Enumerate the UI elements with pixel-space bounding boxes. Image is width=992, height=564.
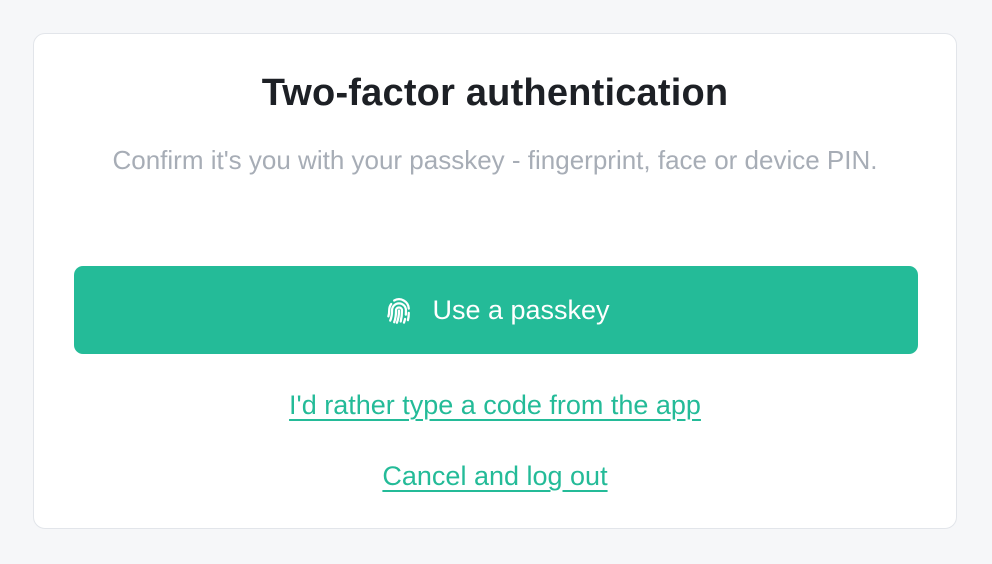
type-code-link-row: I'd rather type a code from the app: [34, 390, 956, 421]
page-title: Two-factor authentication: [261, 72, 729, 114]
cancel-link-row: Cancel and log out: [34, 461, 956, 492]
two-factor-card: Two-factor authentication Confirm it's y…: [33, 33, 957, 529]
use-passkey-button[interactable]: Use a passkey: [74, 266, 918, 354]
use-passkey-label: Use a passkey: [432, 294, 610, 325]
cancel-and-logout-link[interactable]: Cancel and log out: [382, 461, 607, 491]
fingerprint-icon: [382, 293, 416, 327]
type-code-link[interactable]: I'd rather type a code from the app: [289, 390, 701, 420]
page-subtitle: Confirm it's you with your passkey - fin…: [112, 145, 878, 175]
